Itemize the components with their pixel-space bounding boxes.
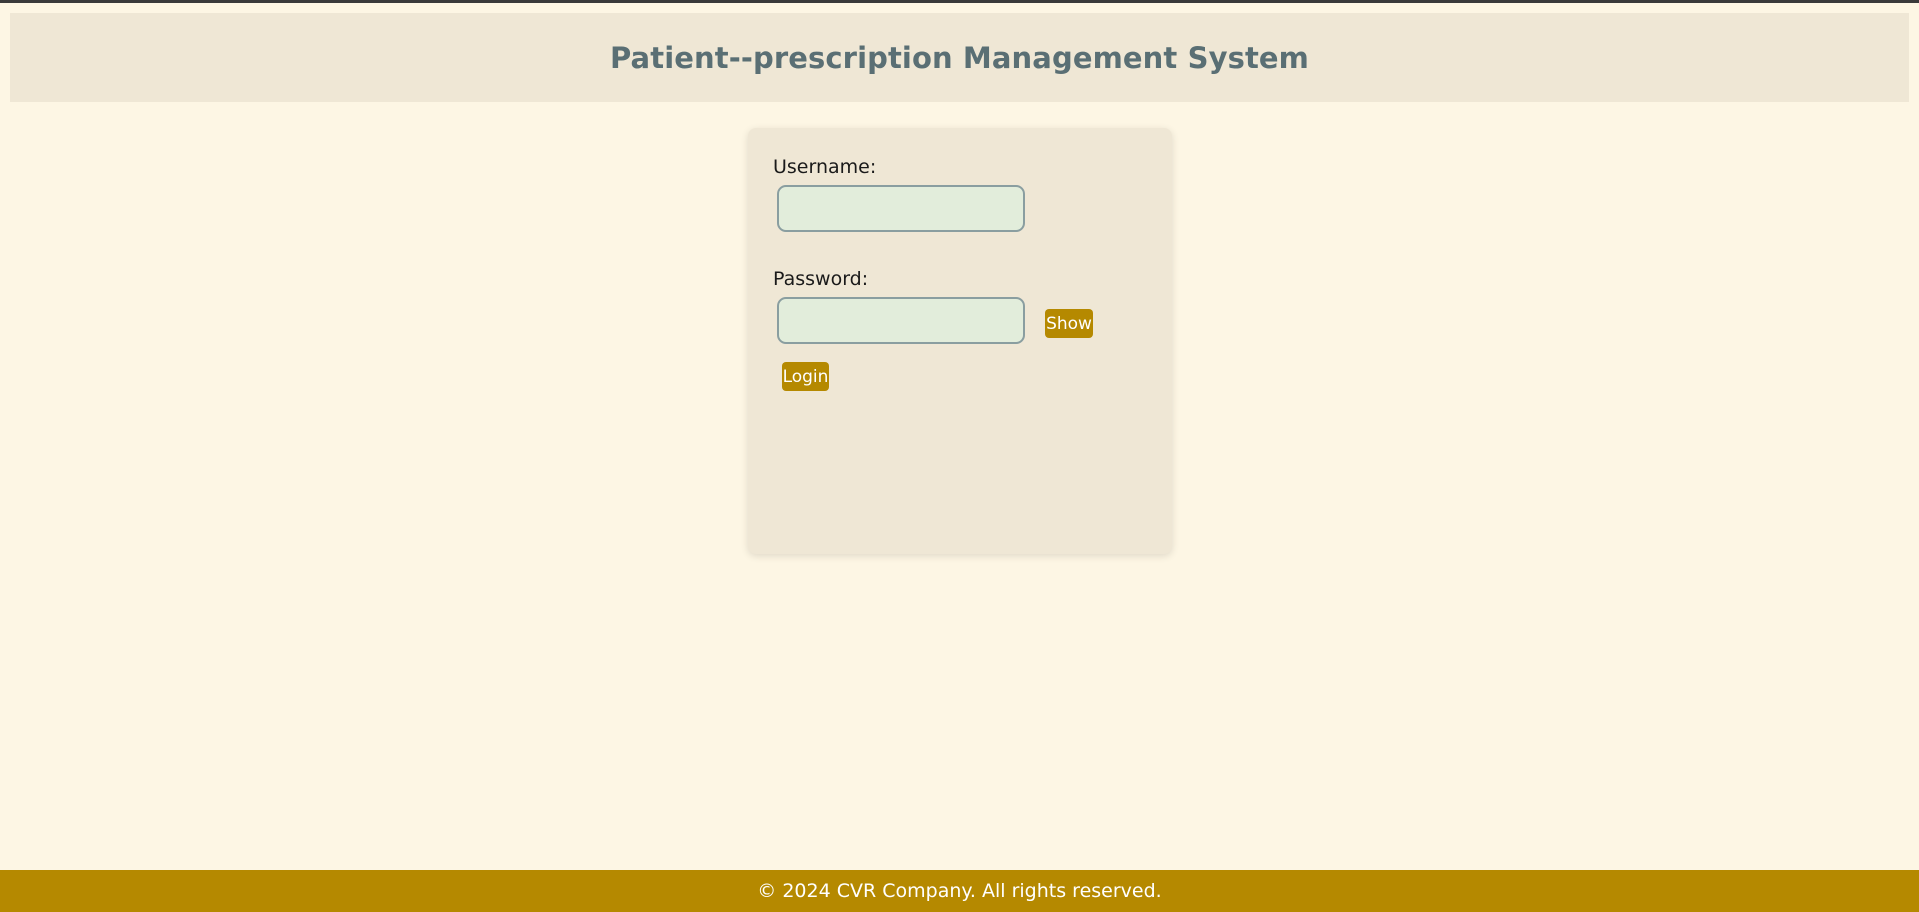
- show-password-button[interactable]: Show: [1045, 309, 1093, 338]
- top-border: [0, 0, 1919, 3]
- username-label: Username:: [773, 156, 877, 178]
- login-button[interactable]: Login: [782, 362, 829, 391]
- page-header: Patient--prescription Management System: [10, 13, 1909, 102]
- page-title: Patient--prescription Management System: [609, 40, 1309, 75]
- page-footer: © 2024 CVR Company. All rights reserved.: [0, 870, 1919, 912]
- copyright-text: © 2024 CVR Company. All rights reserved.: [757, 880, 1162, 902]
- login-form: Username: Password: Show Login: [748, 128, 1172, 554]
- password-label: Password:: [773, 268, 869, 290]
- password-input[interactable]: [777, 297, 1025, 344]
- username-input[interactable]: [777, 185, 1025, 232]
